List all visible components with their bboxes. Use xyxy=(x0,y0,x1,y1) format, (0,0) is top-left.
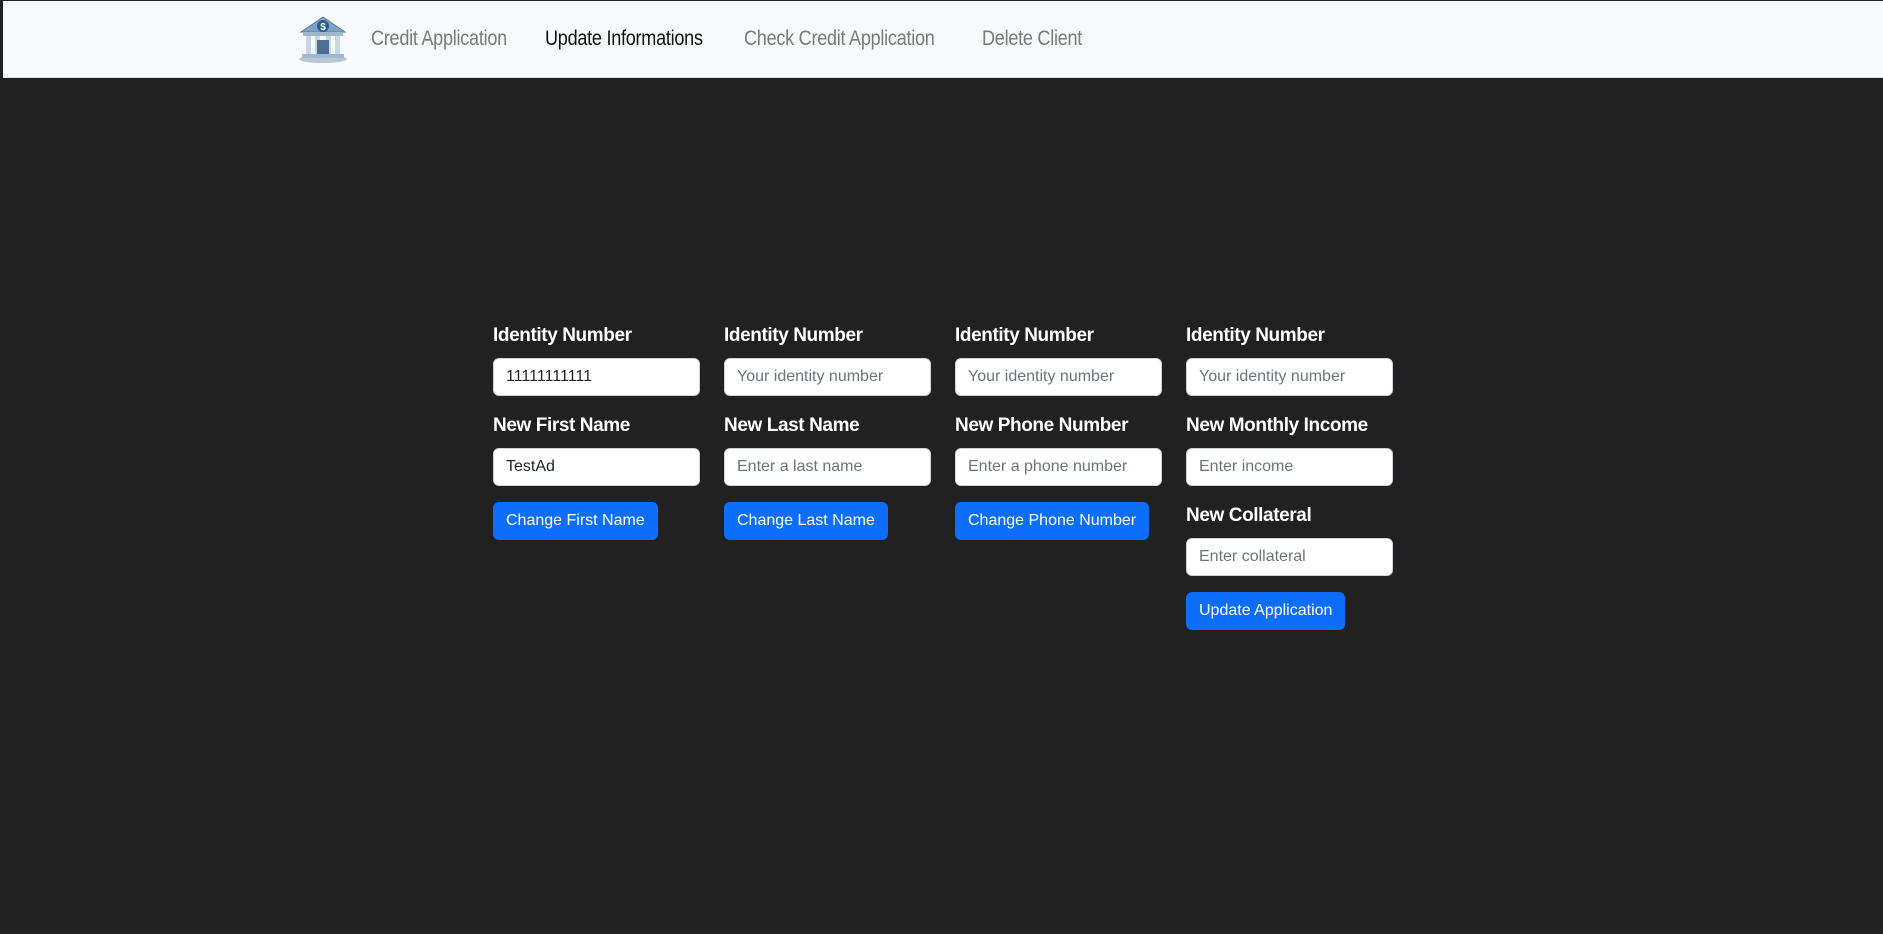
identity-number-input[interactable] xyxy=(493,358,700,396)
identity-number-input[interactable] xyxy=(724,358,931,396)
change-phone-number-button[interactable]: Change Phone Number xyxy=(955,502,1150,540)
nav-update-informations[interactable]: Update Informations xyxy=(545,27,703,51)
nav-delete-client[interactable]: Delete Client xyxy=(982,27,1082,51)
nav-credit-application[interactable]: Credit Application xyxy=(371,27,507,51)
first-name-form: Identity Number New First Name Change Fi… xyxy=(493,322,701,540)
svg-text:$: $ xyxy=(320,22,326,33)
main-nav: Credit Application Update Informations C… xyxy=(371,1,1114,77)
identity-number-label: Identity Number xyxy=(493,325,632,346)
new-first-name-input[interactable] xyxy=(493,448,700,486)
new-collateral-input[interactable] xyxy=(1186,538,1393,576)
change-first-name-button[interactable]: Change First Name xyxy=(493,502,658,540)
nav-check-credit-application[interactable]: Check Credit Application xyxy=(744,27,935,51)
phone-number-form: Identity Number New Phone Number Change … xyxy=(955,322,1163,540)
identity-number-label: Identity Number xyxy=(1186,325,1325,346)
change-last-name-button[interactable]: Change Last Name xyxy=(724,502,888,540)
identity-number-label: Identity Number xyxy=(955,325,1094,346)
update-application-button[interactable]: Update Application xyxy=(1186,592,1346,630)
new-last-name-label: New Last Name xyxy=(724,415,860,436)
new-phone-number-label: New Phone Number xyxy=(955,415,1129,436)
identity-number-input[interactable] xyxy=(1186,358,1393,396)
new-phone-number-input[interactable] xyxy=(955,448,1162,486)
new-last-name-input[interactable] xyxy=(724,448,931,486)
new-collateral-label: New Collateral xyxy=(1186,505,1312,526)
update-application-form: Identity Number New Monthly Income New C… xyxy=(1186,322,1394,630)
identity-number-input[interactable] xyxy=(955,358,1162,396)
new-first-name-label: New First Name xyxy=(493,415,630,436)
identity-number-label: Identity Number xyxy=(724,325,863,346)
last-name-form: Identity Number New Last Name Change Las… xyxy=(724,322,932,540)
top-navbar: $ Credit Application Update Informations… xyxy=(3,1,1883,78)
new-monthly-income-label: New Monthly Income xyxy=(1186,415,1368,436)
new-monthly-income-input[interactable] xyxy=(1186,448,1393,486)
bank-icon[interactable]: $ xyxy=(297,14,349,64)
